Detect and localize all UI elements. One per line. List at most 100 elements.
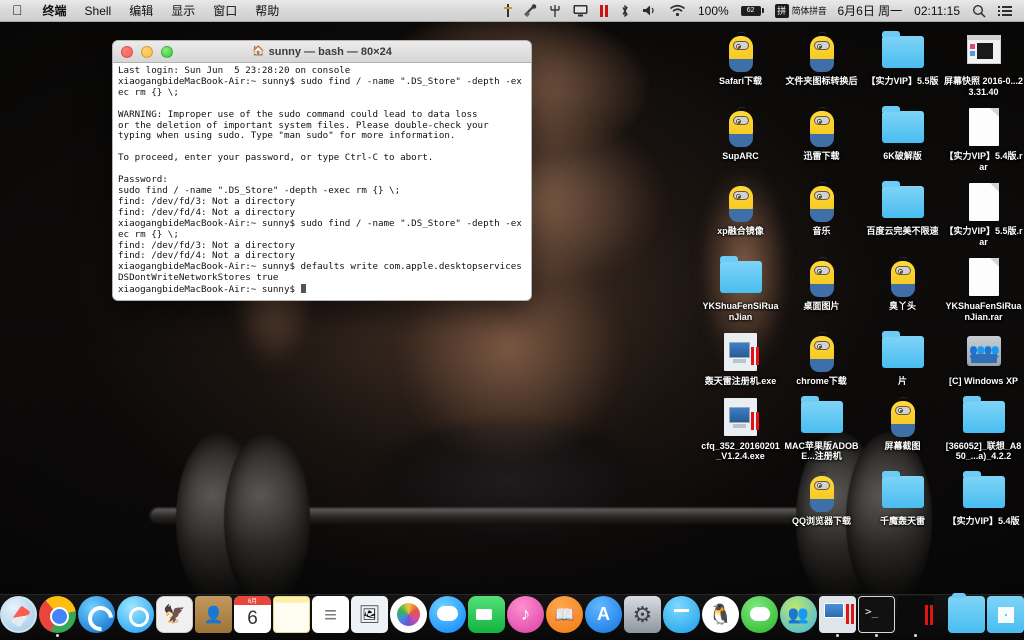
menu-item-edit[interactable]: 编辑 (120, 0, 162, 21)
clamp-icon[interactable] (518, 0, 543, 21)
reminders-icon[interactable] (312, 596, 349, 633)
dock-item-photos-preview[interactable] (156, 596, 193, 637)
swirl-browser-icon[interactable] (78, 596, 115, 633)
menubar-clock[interactable]: 02:11:15 (908, 4, 966, 18)
desktop-icon[interactable]: 轰天雷注册机.exe (700, 322, 781, 387)
dock-item-facetime[interactable] (468, 596, 505, 637)
dock-item-windows-folder[interactable] (987, 596, 1024, 637)
safari-icon[interactable] (0, 596, 37, 633)
desktop-icon[interactable]: 【实力VIP】5.5版.rar (943, 172, 1024, 247)
ibooks-icon[interactable] (546, 596, 583, 633)
desktop-icon[interactable]: 【实力VIP】5.5版 (862, 22, 943, 97)
dock-item-notes[interactable] (273, 596, 310, 637)
input-method-indicator[interactable]: 拼 简体拼音 (770, 3, 832, 18)
dock-item-code-editor[interactable] (897, 596, 934, 637)
desktop-icon[interactable]: cfq_352_20160201_V1.2.4.exe (700, 387, 781, 462)
pause-bars-icon[interactable] (594, 0, 614, 21)
folder-icon[interactable] (948, 593, 985, 633)
dock-item-remote-desktop[interactable] (819, 596, 856, 637)
remote-desktop-icon[interactable] (819, 596, 856, 633)
dock-item-photos[interactable] (390, 596, 427, 637)
bluetooth-icon[interactable] (614, 0, 636, 21)
dock-item-chrome[interactable] (39, 596, 76, 637)
app-store-icon[interactable] (585, 596, 622, 633)
menu-item-help[interactable]: 帮助 (246, 0, 288, 21)
messages-icon[interactable] (429, 596, 466, 633)
gear-icon[interactable] (624, 596, 661, 633)
qq-browser-icon[interactable] (117, 596, 154, 633)
minimize-button[interactable] (141, 45, 153, 58)
desktop-icon[interactable]: 百度云完美不限速 (862, 172, 943, 247)
windows-folder-icon[interactable] (987, 596, 1024, 633)
itunes-icon[interactable] (507, 596, 544, 633)
desktop-icon[interactable]: 屏幕截图 (862, 387, 943, 462)
desktop-icon[interactable]: 臭丫头 (862, 247, 943, 322)
dock-item-msn[interactable] (780, 596, 817, 637)
desktop-icon[interactable]: 6K破解版 (862, 97, 943, 172)
desktop-icon[interactable]: 音乐 (781, 172, 862, 247)
aliwangwang-icon[interactable] (663, 596, 700, 633)
dock-item-browser-swirl[interactable] (78, 596, 115, 637)
battery-percent-label[interactable]: 100% (692, 4, 735, 18)
notes-icon[interactable] (273, 596, 310, 633)
dock-item-ibooks[interactable] (546, 596, 583, 637)
desktop-icon[interactable]: 迅雷下载 (781, 97, 862, 172)
dock-item-system-preferences[interactable] (624, 596, 661, 637)
desktop-icon[interactable]: [366052]_联想_A850_...a)_4.2.2 (943, 387, 1024, 462)
dock-item-contacts[interactable] (195, 596, 232, 637)
dock-item-itunes[interactable] (507, 596, 544, 637)
desktop-icon[interactable]: Safari下载 (700, 22, 781, 97)
dock-item-qq[interactable] (702, 596, 739, 637)
wifi-icon[interactable] (663, 0, 692, 21)
dock-item-qq-browser[interactable] (117, 596, 154, 637)
facetime-icon[interactable] (468, 596, 505, 633)
menu-item-terminal[interactable]: 终端 (34, 0, 76, 21)
menu-item-shell[interactable]: Shell (76, 0, 121, 21)
desktop-icon[interactable]: YKShuaFenSiRuanJian.rar (943, 247, 1024, 322)
desktop-icon[interactable]: YKShuaFenSiRuanJian (700, 247, 781, 322)
dock-item-image-viewer[interactable] (351, 596, 388, 637)
desktop-icon[interactable]: xp融合镜像 (700, 172, 781, 247)
terminal-icon[interactable] (858, 596, 895, 633)
dock-item-terminal[interactable] (858, 596, 895, 637)
volume-icon[interactable] (636, 0, 663, 21)
desktop-icon[interactable]: 【实力VIP】5.4版 (943, 462, 1024, 527)
dock-item-aliwangwang[interactable] (663, 596, 700, 637)
desktop-icon[interactable]: SupARC (700, 97, 781, 172)
search-icon[interactable] (966, 0, 992, 21)
zoom-button[interactable] (161, 45, 173, 58)
desktop-icon[interactable]: 文件夹图标转换后 (781, 22, 862, 97)
preview-icon[interactable] (156, 596, 193, 633)
dock-item-app-store[interactable] (585, 596, 622, 637)
dagger-icon[interactable] (498, 0, 518, 21)
notification-center-icon[interactable] (992, 0, 1018, 21)
dock-item-messages[interactable] (429, 596, 466, 637)
desktop-icon[interactable]: 👥👥 [C] Windows XP (943, 322, 1024, 387)
terminal-window[interactable]: 🏠 sunny — bash — 80×24 Last login: Sun J… (112, 40, 532, 301)
desktop-icon[interactable]: 屏幕快照 2016-0...23.31.40 (943, 22, 1024, 97)
msn-icon[interactable] (780, 596, 817, 633)
dock-item-calendar[interactable]: 6月 6 (234, 596, 271, 637)
dock-item-wechat[interactable] (741, 596, 778, 637)
menubar-date[interactable]: 6月6日 周一 (831, 2, 908, 19)
pitchfork-icon[interactable] (543, 0, 567, 21)
desktop-icon[interactable]: QQ浏览器下载 (781, 462, 862, 527)
close-button[interactable] (121, 45, 133, 58)
menu-item-view[interactable]: 显示 (162, 0, 204, 21)
desktop-icon[interactable]: 千魔轰天雷 (862, 462, 943, 527)
menu-item-window[interactable]: 窗口 (204, 0, 246, 21)
terminal-output[interactable]: Last login: Sun Jun 5 23:28:20 on consol… (113, 63, 531, 300)
apple-icon[interactable]:  (0, 3, 34, 19)
dock-item-downloads-folder[interactable] (948, 593, 985, 637)
desktop-icon[interactable]: 【实力VIP】5.4版.rar (943, 97, 1024, 172)
desktop-icon[interactable]: MAC苹果版ADOBE...注册机 (781, 387, 862, 462)
contacts-icon[interactable] (195, 596, 232, 633)
code-editor-icon[interactable] (897, 596, 934, 633)
photos-icon[interactable] (390, 596, 427, 633)
chrome-icon[interactable] (39, 596, 76, 633)
desktop-icon[interactable]: 片 (862, 322, 943, 387)
image-viewer-icon[interactable] (351, 596, 388, 633)
battery-icon[interactable]: 62 (735, 0, 770, 21)
desktop-icon[interactable]: chrome下载 (781, 322, 862, 387)
dock-item-reminders[interactable] (312, 596, 349, 637)
